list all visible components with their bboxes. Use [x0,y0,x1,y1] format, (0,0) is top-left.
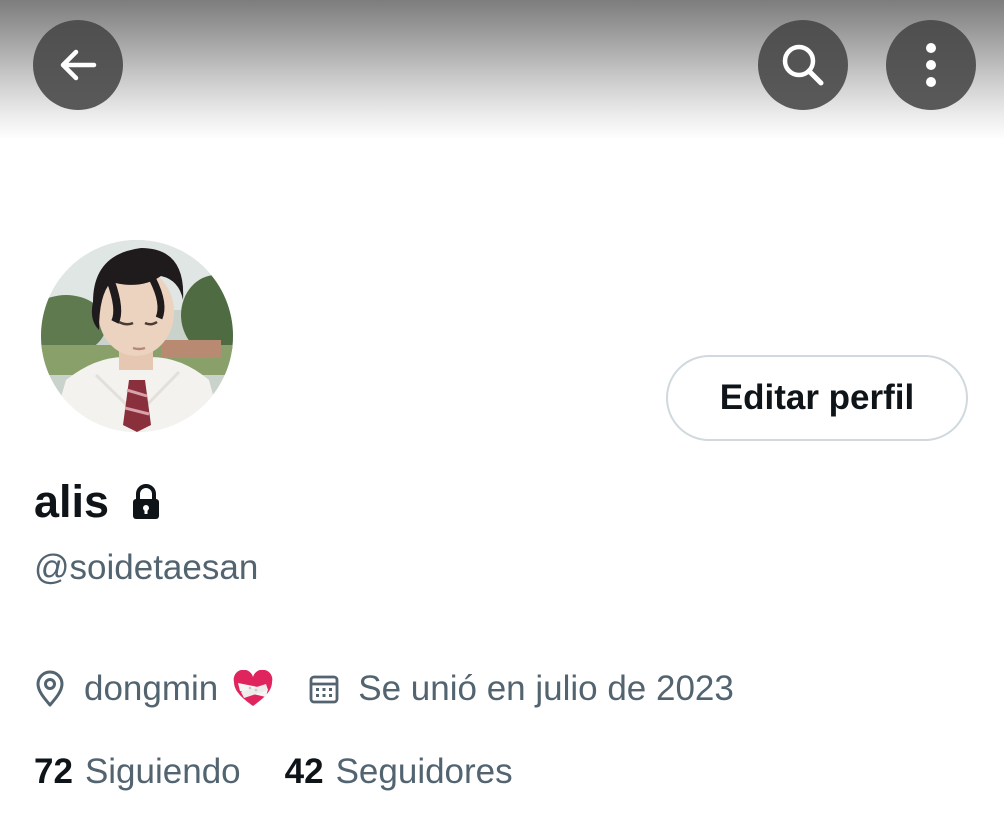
profile-stats-row: 72 Siguiendo 42 Seguidores [34,748,513,796]
location-pin-icon [34,670,66,708]
following-count: 72 [34,752,73,791]
arrow-left-icon [60,49,97,81]
header-banner [0,0,1004,140]
more-vertical-icon [926,43,936,87]
bandaged-heart-icon [232,670,274,708]
avatar-photo [41,240,233,432]
following-label: Siguiendo [84,752,241,791]
more-options-button[interactable] [886,20,976,110]
profile-handle: @soidetaesan [34,548,259,587]
lock-icon [131,484,161,520]
following-link[interactable]: 72 Siguiendo [34,748,241,796]
search-icon [782,44,824,86]
avatar[interactable] [34,233,240,439]
edit-profile-button[interactable]: Editar perfil [666,355,968,441]
profile-name-row: alis [34,476,161,528]
profile-meta-row: dongmin Se unió en julio de 2023 [34,664,734,714]
back-button[interactable] [33,20,123,110]
followers-count: 42 [284,752,324,791]
profile-location: dongmin [84,669,219,708]
followers-link[interactable]: 42 Seguidores [285,748,513,796]
display-name: alis [34,476,110,527]
search-button[interactable] [758,20,848,110]
followers-label: Seguidores [335,752,513,791]
profile-joined-date: Se unió en julio de 2023 [358,669,734,708]
calendar-icon [308,673,340,705]
